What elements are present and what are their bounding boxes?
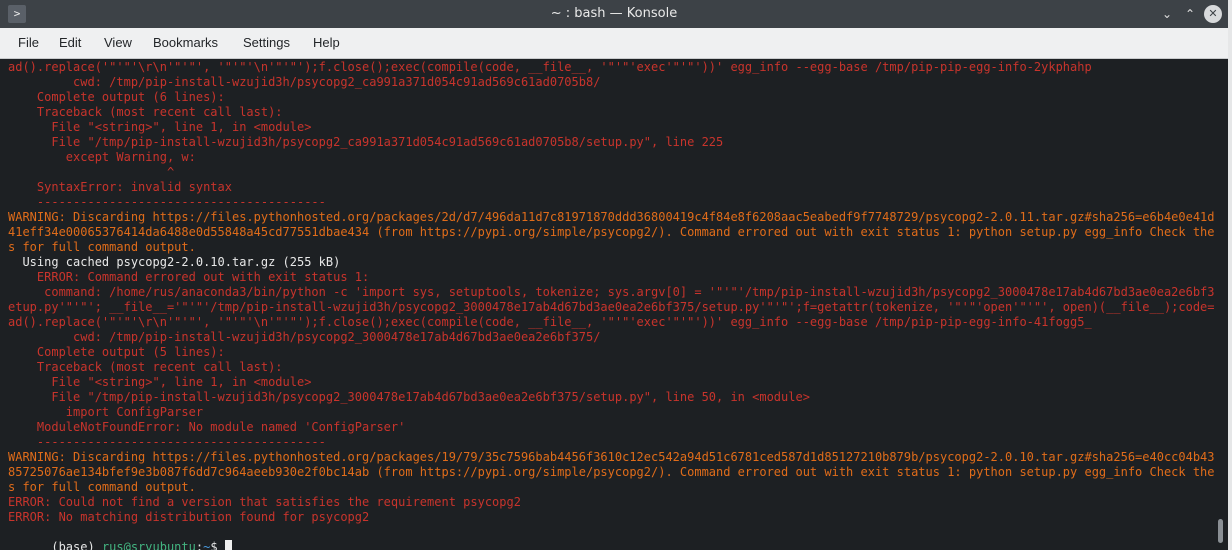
konsole-window: > ~ : bash — Konsole ⌄ ⌃ ✕ File Edit Vie… (0, 0, 1228, 550)
menu-bookmarks[interactable]: Bookmarks (153, 35, 218, 50)
menu-bar: File Edit View Bookmarks Settings Help (0, 28, 1228, 59)
terminal-line: 41eff34e00065376414da6488e0d55848a45cd77… (8, 225, 1214, 239)
terminal-output[interactable]: ad().replace('"'"'\r\n'"'"', '"'"'\n'"'"… (0, 59, 1214, 550)
terminal-line: WARNING: Discarding https://files.python… (8, 450, 1214, 464)
background-window-edge (1228, 0, 1232, 550)
prompt-symbol: $ (210, 540, 225, 550)
menu-settings[interactable]: Settings (243, 35, 290, 50)
terminal-line: ^ (8, 165, 175, 179)
maximize-icon[interactable]: ⌃ (1181, 5, 1199, 23)
window-title: ~ : bash — Konsole (550, 6, 678, 21)
close-icon[interactable]: ✕ (1204, 5, 1222, 23)
prompt-user-host: rus@srvubuntu (101, 540, 196, 550)
menu-help[interactable]: Help (313, 35, 340, 50)
text-cursor (224, 540, 232, 550)
terminal-line: import ConfigParser (8, 405, 204, 419)
menu-file[interactable]: File (18, 35, 39, 50)
terminal-line: s for full command output. (8, 240, 196, 254)
terminal-line: Using cached psycopg2-2.0.10.tar.gz (255… (8, 255, 341, 269)
terminal-line: Complete output (5 lines): (8, 345, 225, 359)
terminal-line: File "/tmp/pip-install-wzujid3h/psycopg2… (8, 390, 810, 404)
terminal-line: etup.py'"'"'; __file__='"'"'/tmp/pip-ins… (8, 300, 1214, 314)
terminal-line: ad().replace('"'"'\r\n'"'"', '"'"'\n'"'"… (8, 315, 1092, 329)
terminal-line: s for full command output. (8, 480, 196, 494)
terminal-line: File "<string>", line 1, in <module> (8, 375, 312, 389)
minimize-icon[interactable]: ⌄ (1158, 5, 1176, 23)
terminal-line: Traceback (most recent call last): (8, 105, 283, 119)
terminal-line: ERROR: No matching distribution found fo… (8, 510, 370, 524)
scrollbar-thumb[interactable] (1218, 519, 1223, 543)
terminal-line: command: /home/rus/anaconda3/bin/python … (8, 285, 1214, 299)
prompt-env: (base) (51, 540, 102, 550)
terminal-line: ERROR: Command errored out with exit sta… (8, 270, 370, 284)
terminal-line: except Warning, w: (8, 150, 196, 164)
terminal-line: File "/tmp/pip-install-wzujid3h/psycopg2… (8, 135, 724, 149)
terminal-line: ModuleNotFoundError: No module named 'Co… (8, 420, 406, 434)
terminal-line: cwd: /tmp/pip-install-wzujid3h/psycopg2_… (8, 330, 601, 344)
terminal-line: ad().replace('"'"'\r\n'"'"', '"'"'\n'"'"… (8, 60, 1092, 74)
prompt-separator: : (195, 540, 204, 550)
menu-view[interactable]: View (104, 35, 132, 50)
terminal-line: Traceback (most recent call last): (8, 360, 283, 374)
title-bar[interactable]: > ~ : bash — Konsole ⌄ ⌃ ✕ (0, 0, 1228, 28)
prompt-line[interactable]: (base) rus@srvubuntu:~$ (8, 525, 232, 550)
terminal-line: cwd: /tmp/pip-install-wzujid3h/psycopg2_… (8, 75, 601, 89)
terminal-line: ---------------------------------------- (8, 435, 326, 449)
terminal-line: SyntaxError: invalid syntax (8, 180, 232, 194)
vertical-scrollbar[interactable] (1214, 59, 1228, 550)
terminal-line: Complete output (6 lines): (8, 90, 225, 104)
terminal-line: ---------------------------------------- (8, 195, 326, 209)
terminal-line: File "<string>", line 1, in <module> (8, 120, 312, 134)
terminal-line: ERROR: Could not find a version that sat… (8, 495, 521, 509)
menu-edit[interactable]: Edit (59, 35, 81, 50)
terminal-line: WARNING: Discarding https://files.python… (8, 210, 1214, 224)
terminal-line: 85725076ae134bfef9e3b087f6dd7c964aeeb930… (8, 465, 1214, 479)
